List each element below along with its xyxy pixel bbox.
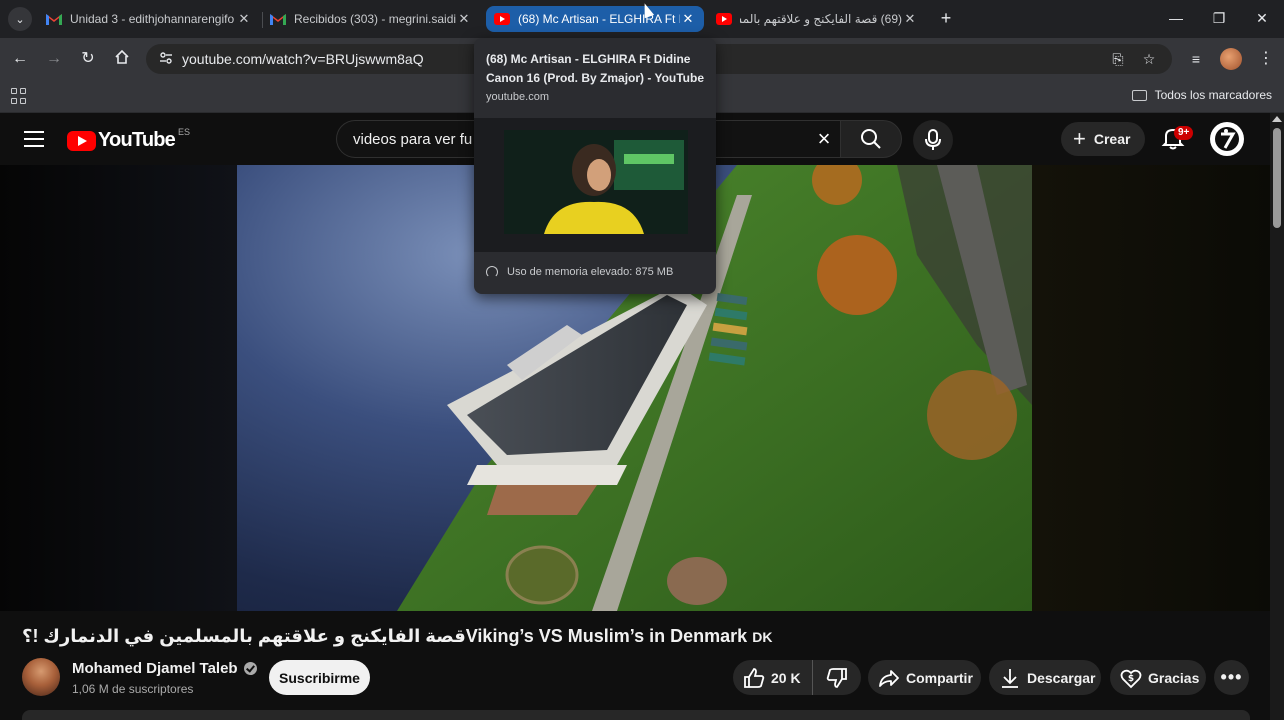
- home-icon[interactable]: [112, 49, 132, 69]
- new-tab-plus-icon[interactable]: +: [936, 8, 956, 28]
- hover-card-title: (68) Mc Artisan - ELGHIRA Ft Didine Cano…: [486, 52, 705, 85]
- restore-icon[interactable]: ❐: [1209, 8, 1229, 28]
- site-info-icon[interactable]: [152, 51, 180, 68]
- tab-close-icon[interactable]: ✕: [680, 11, 696, 27]
- plus-icon: +: [1073, 126, 1086, 151]
- tab-youtube-vikings[interactable]: (69) قصة الفايكنج و علاقتهم بالمسلمين ✕: [708, 6, 926, 32]
- more-actions-button[interactable]: •••: [1214, 660, 1249, 695]
- youtube-play-icon: [67, 130, 96, 151]
- microphone-icon: [925, 129, 941, 150]
- like-count: 20 K: [771, 669, 801, 686]
- hover-card-preview: [474, 118, 716, 252]
- reading-list-icon[interactable]: ≡: [1186, 49, 1206, 69]
- channel-avatar[interactable]: [22, 658, 60, 696]
- player-letterbox-left: [0, 165, 237, 611]
- apps-grid-icon[interactable]: [11, 88, 27, 104]
- minimize-icon[interactable]: —: [1166, 8, 1186, 28]
- youtube-icon: [716, 13, 732, 25]
- channel-name-text: Mohamed Djamel Taleb: [72, 660, 238, 677]
- svg-text:$: $: [1128, 674, 1134, 684]
- tab-youtube-mc-artisan[interactable]: (68) Mc Artisan - ELGHIRA Ft Didine ✕: [486, 6, 704, 32]
- tab-title: Recibidos (303) - megrini.saidi@: [294, 12, 456, 26]
- tab-close-icon[interactable]: ✕: [456, 11, 472, 27]
- preview-thumbnail: [504, 130, 688, 234]
- search-query: videos para ver fu: [353, 131, 473, 148]
- heart-dollar-icon: $: [1120, 667, 1142, 689]
- gmail-icon: [270, 13, 286, 25]
- download-label: Descargar: [1027, 669, 1096, 686]
- menu-kebab-icon[interactable]: ⋮: [1256, 49, 1276, 69]
- share-button[interactable]: Compartir: [868, 660, 981, 695]
- tab-gmail-unidad[interactable]: Unidad 3 - edithjohannarengifo ✕: [38, 6, 260, 32]
- memory-text: Uso de memoria elevado: 875 MB: [507, 266, 674, 278]
- download-button[interactable]: Descargar: [989, 660, 1101, 695]
- download-icon: [999, 667, 1021, 689]
- thumbs-down-icon: [826, 667, 847, 688]
- share-arrow-icon: [878, 667, 900, 689]
- scroll-up-arrow-icon[interactable]: [1272, 116, 1282, 122]
- all-bookmarks-button[interactable]: Todos los marcadores: [1131, 88, 1272, 102]
- back-arrow-icon[interactable]: ←: [10, 49, 30, 69]
- gmail-icon: [46, 13, 62, 25]
- country-code: ES: [177, 126, 190, 137]
- tab-close-icon[interactable]: ✕: [236, 11, 252, 27]
- bookmark-star-icon[interactable]: ☆: [1139, 49, 1159, 69]
- clear-search-icon[interactable]: ×: [812, 127, 836, 151]
- tab-search-chevron-icon[interactable]: ⌄: [8, 7, 32, 31]
- player-letterbox-right: [1032, 165, 1270, 611]
- more-horizontal-icon: •••: [1220, 667, 1243, 687]
- subscribe-button[interactable]: Suscribirme: [269, 660, 370, 695]
- channel-name[interactable]: Mohamed Djamel Taleb: [72, 660, 257, 677]
- hamburger-menu-icon[interactable]: [24, 131, 44, 147]
- tab-title: Unidad 3 - edithjohannarengifo: [70, 12, 235, 26]
- youtube-wordmark: YouTube: [98, 129, 176, 151]
- thumbs-up-icon: [743, 667, 765, 689]
- account-avatar[interactable]: [1210, 122, 1244, 156]
- tab-title: (69) قصة الفايكنج و علاقتهم بالمسلمين: [740, 12, 902, 26]
- scrollbar-thumb[interactable]: [1273, 128, 1281, 228]
- url-text: youtube.com/watch?v=BRUjswwm8aQ: [182, 51, 424, 67]
- notification-badge: 9+: [1174, 126, 1194, 140]
- verified-check-icon: [243, 662, 257, 675]
- search-icon: [861, 129, 881, 149]
- forward-arrow-icon[interactable]: →: [44, 49, 64, 69]
- youtube-logo[interactable]: YouTube ES: [67, 126, 190, 152]
- voice-search-button[interactable]: [913, 120, 953, 160]
- tab-hover-card: (68) Mc Artisan - ELGHIRA Ft Didine Cano…: [474, 38, 716, 294]
- folder-icon: [1131, 89, 1147, 101]
- share-label: Compartir: [906, 669, 973, 686]
- youtube-icon: [494, 13, 510, 25]
- install-app-icon[interactable]: ⎘: [1108, 49, 1128, 69]
- memory-gauge-icon: [486, 266, 498, 278]
- video-title: قصة الفايكنج و علاقتهم بالمسلمين في الدن…: [22, 626, 772, 647]
- country-flag-text: DK: [752, 629, 773, 645]
- video-title-text: قصة الفايكنج و علاقتهم بالمسلمين في الدن…: [22, 626, 748, 646]
- description-box-edge: [22, 710, 1250, 720]
- tab-gmail-recibidos[interactable]: Recibidos (303) - megrini.saidi@ ✕: [262, 6, 480, 32]
- thanks-label: Gracias: [1148, 669, 1200, 686]
- thanks-button[interactable]: $ Gracias: [1110, 660, 1206, 695]
- hover-card-domain: youtube.com: [486, 91, 549, 103]
- window-close-icon[interactable]: ✕: [1252, 8, 1272, 28]
- create-button[interactable]: + Crear: [1061, 122, 1145, 156]
- tab-title: (68) Mc Artisan - ELGHIRA Ft Didine: [518, 12, 680, 26]
- reload-icon[interactable]: ↻: [78, 49, 98, 69]
- tab-close-icon[interactable]: ✕: [902, 11, 918, 27]
- like-button[interactable]: 20 K: [733, 660, 813, 695]
- hover-card-memory: Uso de memoria elevado: 875 MB: [486, 266, 673, 278]
- profile-avatar[interactable]: [1220, 48, 1242, 70]
- subscriber-count: 1,06 M de suscriptores: [72, 682, 194, 696]
- like-dislike-group: 20 K: [733, 660, 861, 695]
- all-bookmarks-label: Todos los marcadores: [1154, 88, 1272, 102]
- search-button[interactable]: [840, 120, 902, 158]
- dislike-button[interactable]: [813, 660, 861, 695]
- create-label: Crear: [1093, 131, 1131, 147]
